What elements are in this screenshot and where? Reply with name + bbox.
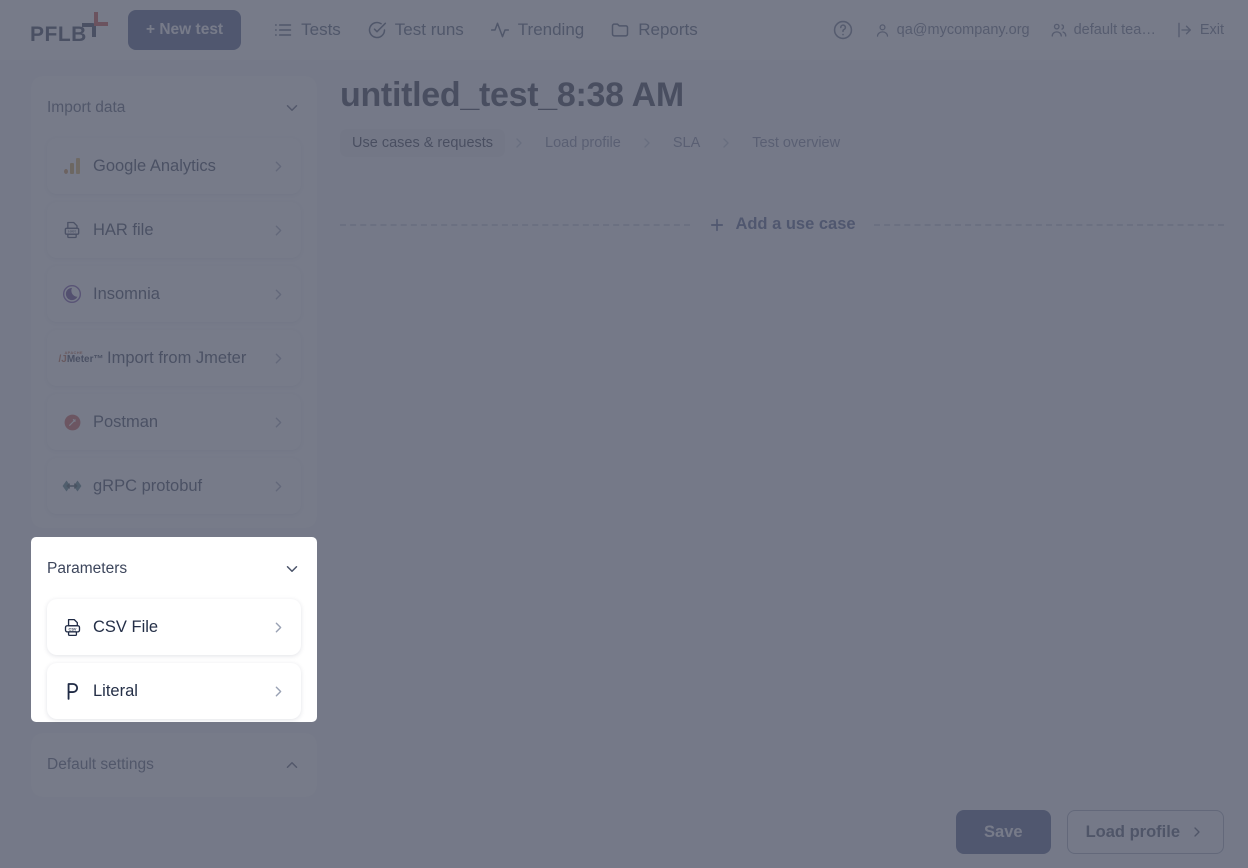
nav-item-test-runs[interactable]: Test runs — [367, 20, 464, 40]
nav-label-test-runs: Test runs — [394, 20, 464, 39]
import-item-label: Insomnia — [93, 284, 160, 303]
postman-icon — [59, 413, 85, 432]
exit-button[interactable]: Exit — [1176, 21, 1224, 39]
step-sla[interactable]: SLA — [661, 129, 712, 157]
import-item-label: Import from Jmeter — [107, 348, 247, 367]
import-item-insomnia[interactable]: Insomnia — [47, 266, 301, 322]
header-right-nav: qa@mycompany.org default tea… Exit — [832, 19, 1232, 41]
top-header: PFLB + New test Tests Test runs Trending… — [0, 0, 1248, 60]
folder-icon — [610, 20, 630, 40]
main-content: untitled_test_8:38 AM Use cases & reques… — [340, 76, 1225, 234]
import-item-grpc-protobuf[interactable]: gRPC protobuf — [47, 458, 301, 514]
parameter-item-label: Literal — [93, 681, 138, 700]
exit-label: Exit — [1199, 22, 1224, 38]
chevron-right-icon — [511, 135, 527, 151]
logo-mark-red-icon — [94, 12, 108, 26]
nav-item-trending[interactable]: Trending — [490, 20, 584, 40]
default-settings-panel: Default settings — [31, 733, 317, 797]
nav-item-reports[interactable]: Reports — [610, 20, 698, 40]
import-item-har-file[interactable]: HAR HAR file — [47, 202, 301, 258]
app-root: PFLB + New test Tests Test runs Trending… — [0, 0, 1248, 868]
step-test-overview[interactable]: Test overview — [740, 129, 852, 157]
import-item-label: Postman — [93, 412, 159, 431]
add-use-case-row: Add a use case — [340, 215, 1225, 234]
svg-text:CSV: CSV — [68, 627, 76, 631]
load-profile-button[interactable]: Load profile — [1066, 810, 1224, 854]
chevron-right-icon — [270, 350, 287, 367]
import-data-panel: Import data Google Analytics HAR HAR fil… — [31, 76, 317, 528]
import-item-google-analytics[interactable]: Google Analytics — [47, 138, 301, 194]
help-button[interactable] — [832, 19, 854, 41]
chevron-right-icon — [270, 158, 287, 175]
user-icon — [874, 22, 891, 39]
plus-icon — [708, 216, 726, 234]
svg-text:HAR: HAR — [68, 230, 76, 234]
default-settings-header[interactable]: Default settings — [47, 743, 301, 787]
list-icon — [273, 20, 293, 40]
parameters-panel: Parameters CSV CSV File Literal — [31, 537, 317, 722]
import-item-label: gRPC protobuf — [93, 476, 203, 495]
account-email[interactable]: qa@mycompany.org — [874, 22, 1030, 39]
import-item-label: Google Analytics — [93, 156, 216, 175]
wizard-steps: Use cases & requests Load profile SLA Te… — [340, 129, 1224, 157]
add-use-case-button[interactable]: Add a use case — [708, 215, 856, 234]
chevron-right-icon — [270, 683, 287, 700]
add-use-case-label: Add a use case — [735, 215, 856, 233]
load-profile-label: Load profile — [1085, 822, 1180, 841]
parameter-item-label: CSV File — [93, 617, 159, 636]
parameters-title: Parameters — [47, 560, 128, 577]
chevron-right-icon — [1189, 824, 1205, 840]
nav-item-tests[interactable]: Tests — [273, 20, 341, 40]
grpc-icon — [59, 478, 85, 494]
har-file-icon: HAR — [59, 220, 85, 240]
footer-actions: Save Load profile — [956, 810, 1224, 854]
help-circle-icon — [832, 19, 854, 41]
main-nav: Tests Test runs Trending Reports — [273, 20, 698, 40]
nav-label-reports: Reports — [638, 20, 698, 39]
parameter-item-csv-file[interactable]: CSV CSV File — [47, 599, 301, 655]
import-item-jmeter[interactable]: APACHE /JMeter™ Import from Jmeter — [47, 330, 301, 386]
chevron-down-icon[interactable] — [283, 99, 301, 117]
chevron-right-icon — [270, 286, 287, 303]
import-item-label: HAR file — [93, 220, 154, 239]
divider-right — [873, 223, 1225, 226]
page-title: untitled_test_8:38 AM — [340, 76, 684, 114]
parameter-item-literal[interactable]: Literal — [47, 663, 301, 719]
google-analytics-icon — [59, 158, 85, 174]
chevron-right-icon — [270, 478, 287, 495]
import-data-title: Import data — [47, 99, 126, 116]
pflb-logo-text: PFLB — [30, 23, 87, 46]
check-circle-icon — [367, 20, 387, 40]
chevron-right-icon — [270, 619, 287, 636]
new-test-button[interactable]: + New test — [128, 10, 242, 50]
import-data-header[interactable]: Import data — [47, 86, 301, 130]
activity-icon — [490, 20, 510, 40]
nav-label-tests: Tests — [301, 20, 341, 39]
save-button[interactable]: Save — [956, 810, 1051, 854]
jmeter-icon: APACHE /JMeter™ — [58, 350, 104, 365]
chevron-right-icon — [718, 135, 734, 151]
step-load-profile[interactable]: Load profile — [533, 129, 633, 157]
chevron-right-icon — [270, 414, 287, 431]
csv-file-icon: CSV — [59, 617, 85, 638]
step-use-cases-and-requests[interactable]: Use cases & requests — [340, 129, 506, 157]
logout-icon — [1176, 21, 1194, 39]
users-icon — [1050, 21, 1068, 39]
insomnia-icon — [59, 284, 85, 304]
pflb-logo[interactable]: PFLB — [30, 10, 114, 50]
team-selector[interactable]: default tea… — [1050, 21, 1156, 39]
chevron-right-icon — [639, 135, 655, 151]
team-label: default tea… — [1073, 22, 1156, 38]
chevron-right-icon — [270, 222, 287, 239]
chevron-down-icon[interactable] — [283, 560, 301, 578]
divider-left — [340, 223, 691, 226]
literal-p-icon — [59, 680, 85, 702]
nav-label-trending: Trending — [517, 20, 585, 39]
import-item-postman[interactable]: Postman — [47, 394, 301, 450]
parameters-header[interactable]: Parameters — [47, 547, 301, 591]
account-email-label: qa@mycompany.org — [896, 22, 1030, 38]
chevron-up-icon[interactable] — [283, 756, 301, 774]
default-settings-title: Default settings — [47, 756, 154, 773]
